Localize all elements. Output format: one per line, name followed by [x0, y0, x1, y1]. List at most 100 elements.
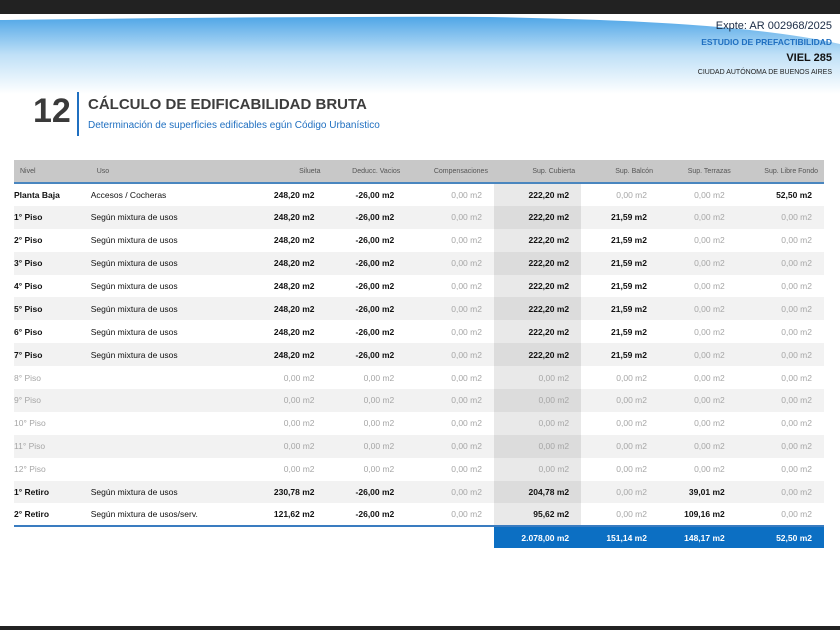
uso-cell: Según mixtura de usos — [90, 326, 178, 337]
sup-balcon-cell: 21,59 m2 — [581, 251, 659, 275]
sup-cubierta-cell: 0,00 m2 — [493, 411, 582, 435]
sup-balcon-cell: 21,59 m2 — [581, 343, 659, 367]
compensaciones-cell: 0,00 m2 — [451, 189, 482, 200]
sup-libre-fondo-cell: 0,00 m2 — [781, 281, 812, 291]
compensaciones-cell: 0,00 m2 — [451, 235, 482, 246]
uso-cell: Según mixtura de usos — [90, 235, 178, 246]
sup-terrazas-cell: 0,00 m2 — [694, 281, 725, 291]
silueta-cell: 121,62 m2 — [248, 503, 327, 528]
section-subtitle: Determinación de superficies edificables… — [88, 120, 380, 131]
sup-terrazas-cell: 0,00 m2 — [658, 343, 737, 367]
compensaciones-cell: 0,00 m2 — [406, 503, 494, 528]
sup-balcon-cell: 21,59 m2 — [611, 235, 647, 246]
nivel-cell: 2° Piso — [14, 235, 43, 246]
table-row: 12° Piso 0,00 m2 0,00 m2 0,00 m2 0,00 m2 0,00… — [14, 457, 824, 481]
sup-terrazas-cell: 39,01 m2 — [658, 480, 737, 504]
compensaciones-cell: 0,00 m2 — [451, 418, 482, 429]
compensaciones-cell: 0,00 m2 — [406, 251, 494, 275]
silueta-cell: 0,00 m2 — [248, 434, 327, 458]
sup-libre-fondo-cell: 0,00 m2 — [781, 464, 812, 475]
silueta-cell: 248,20 m2 — [248, 343, 327, 367]
total-cell: 151,14 m2 — [581, 526, 659, 549]
deducc-vacios-cell: 0,00 m2 — [363, 418, 395, 429]
deducc-vacios-cell: 0,00 m2 — [363, 372, 395, 383]
silueta-cell: 248,20 m2 — [273, 189, 315, 200]
section-number: 12 — [33, 92, 71, 130]
sup-libre-fondo-cell: 0,00 m2 — [736, 251, 824, 275]
table-row: 4° Piso Según mixtura de usos 248,20 m2 -26… — [14, 274, 824, 298]
divider — [77, 92, 79, 136]
compensaciones-cell: 0,00 m2 — [406, 205, 494, 229]
deducc-vacios-cell: -26,00 m2 — [326, 503, 407, 528]
table-row: 8° Piso 0,00 m2 0,00 m2 0,00 m2 0,00 m2 0,00 … — [14, 366, 824, 390]
sup-libre-fondo-cell: 0,00 m2 — [736, 389, 824, 412]
column-header: Sup. Balcón — [581, 160, 659, 184]
empty-cell — [14, 526, 91, 549]
empty-cell — [326, 526, 407, 549]
uso-cell: Según mixtura de usos — [90, 205, 249, 229]
empty-cell — [248, 526, 327, 549]
sup-cubierta-cell: 222,20 m2 — [493, 251, 582, 275]
section-title: CÁLCULO DE EDIFICABILIDAD BRUTA — [88, 96, 367, 113]
sup-libre-fondo-cell: 0,00 m2 — [736, 205, 824, 229]
nivel-cell: 9° Piso — [14, 389, 91, 412]
deducc-vacios-cell: 0,00 m2 — [363, 464, 395, 475]
sup-balcon-cell: 0,00 m2 — [581, 389, 659, 412]
sup-libre-fondo-cell: 0,00 m2 — [781, 418, 812, 429]
sup-libre-fondo-cell: 0,00 m2 — [736, 480, 824, 504]
sup-balcon-cell: 0,00 m2 — [581, 503, 659, 528]
compensaciones-cell: 0,00 m2 — [451, 464, 482, 475]
sup-terrazas-cell: 0,00 m2 — [658, 251, 737, 275]
sup-balcon-cell: 0,00 m2 — [616, 418, 647, 429]
table-row: 7° Piso Según mixtura de usos 248,20 m2 -26… — [14, 343, 824, 367]
sup-libre-fondo-cell: 0,00 m2 — [736, 343, 824, 367]
sup-cubierta-cell: 222,20 m2 — [493, 297, 582, 321]
total-cell: 2.078,00 m2 — [493, 526, 582, 549]
empty-cell — [406, 526, 494, 549]
uso-cell — [91, 412, 249, 435]
sup-libre-fondo-cell: 0,00 m2 — [781, 235, 812, 246]
sup-terrazas-cell: 0,00 m2 — [658, 434, 737, 458]
sup-cubierta-cell: 0,00 m2 — [493, 457, 582, 481]
nivel-cell: 8° Piso — [14, 372, 42, 383]
sup-terrazas-cell: 0,00 m2 — [694, 464, 725, 475]
deducc-vacios-cell: 0,00 m2 — [326, 389, 407, 412]
silueta-cell: 0,00 m2 — [248, 389, 327, 412]
column-header: Uso — [90, 160, 249, 184]
sup-balcon-cell: 0,00 m2 — [581, 480, 659, 504]
deducc-vacios-cell: -26,00 m2 — [326, 297, 407, 321]
table-row: 2° Retiro Según mixtura de usos/serv. 121,… — [14, 503, 824, 528]
silueta-cell: 0,00 m2 — [283, 464, 315, 475]
nivel-cell: 7° Piso — [14, 343, 91, 367]
sup-terrazas-cell: 109,16 m2 — [658, 503, 737, 528]
deducc-vacios-cell: -26,00 m2 — [355, 326, 395, 337]
silueta-cell: 0,00 m2 — [283, 418, 315, 429]
sup-cubierta-cell: 222,20 m2 — [493, 274, 582, 298]
uso-cell: Según mixtura de usos/serv. — [90, 503, 249, 528]
deducc-vacios-cell: -26,00 m2 — [326, 343, 407, 367]
sup-cubierta-cell: 222,20 m2 — [493, 183, 582, 206]
sup-balcon-cell: 0,00 m2 — [616, 189, 647, 200]
uso-cell — [91, 458, 249, 481]
deducc-vacios-cell: -26,00 m2 — [355, 189, 395, 200]
column-header: Sup. Terrazas — [658, 160, 737, 184]
column-header: Compensaciones — [406, 160, 494, 184]
silueta-cell: 248,20 m2 — [273, 326, 315, 337]
table-row: 6° Piso Según mixtura de usos 248,20 m2 -26… — [14, 320, 824, 344]
silueta-cell: 248,20 m2 — [273, 235, 315, 246]
sup-terrazas-cell: 0,00 m2 — [658, 205, 737, 229]
sup-balcon-cell: 21,59 m2 — [611, 281, 647, 291]
table-row: 1° Piso Según mixtura de usos 248,20 m2 -26… — [14, 205, 824, 229]
table-row: 2° Piso Según mixtura de usos 248,20 m2 -26… — [14, 228, 824, 252]
sup-terrazas-cell: 0,00 m2 — [658, 389, 737, 412]
sup-balcon-cell: 0,00 m2 — [616, 464, 647, 475]
silueta-cell: 248,20 m2 — [273, 281, 315, 291]
compensaciones-cell: 0,00 m2 — [406, 297, 494, 321]
sup-cubierta-cell: 222,20 m2 — [493, 320, 582, 344]
empty-cell — [90, 526, 249, 549]
city: CIUDAD AUTÓNOMA DE BUENOS AIRES — [697, 69, 832, 76]
buildability-table: Nivel Uso Silueta Deducc. Vacios Compensacio… — [14, 160, 824, 549]
compensaciones-cell: 0,00 m2 — [451, 281, 482, 291]
deducc-vacios-cell: -26,00 m2 — [326, 480, 407, 504]
column-header: Deducc. Vacios — [326, 160, 407, 184]
